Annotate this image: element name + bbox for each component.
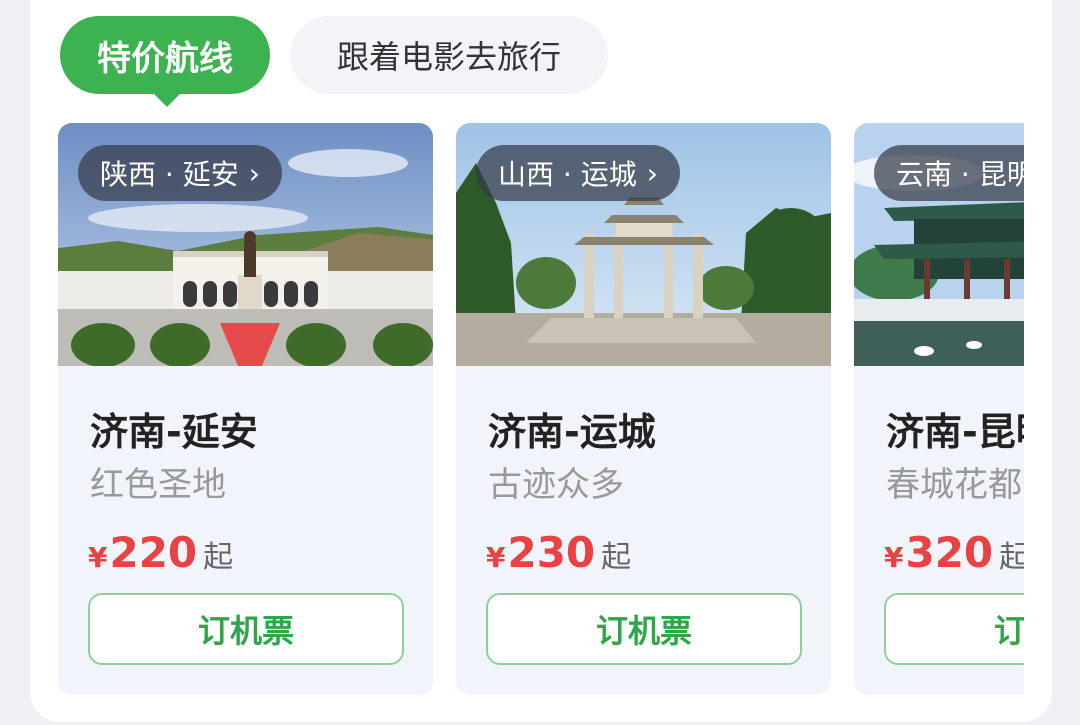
tab-movie-travel[interactable]: 跟着电影去旅行 [290, 16, 608, 94]
price-amount: 220 [109, 528, 198, 577]
route-card-carousel[interactable]: 陕西 · 延安 › 济南-延安 红色圣地 ¥ 220 起 订机票 山西 · 运城… [58, 123, 1024, 695]
price: ¥ 230 起 [486, 528, 631, 577]
price: ¥ 220 起 [88, 528, 233, 577]
route-card[interactable]: 云南 · 昆明 › 济南-昆明 春城花都 ¥ 320 起 订机票 [854, 123, 1024, 695]
book-ticket-button[interactable]: 订机票 [884, 593, 1024, 665]
location-label: 山西 · 运城 [498, 158, 637, 191]
location-pill[interactable]: 云南 · 昆明 › [874, 145, 1024, 201]
location-pill[interactable]: 山西 · 运城 › [476, 145, 680, 201]
location-label: 云南 · 昆明 [896, 158, 1024, 191]
price-from-label: 起 [999, 540, 1024, 575]
tab-label: 跟着电影去旅行 [336, 38, 561, 76]
location-pill[interactable]: 陕西 · 延安 › [78, 145, 282, 201]
tab-special-routes[interactable]: 特价航线 [60, 16, 270, 107]
route-title: 济南-延安 [90, 410, 258, 454]
route-card[interactable]: 陕西 · 延安 › 济南-延安 红色圣地 ¥ 220 起 订机票 [58, 123, 433, 695]
route-tagline: 红色圣地 [90, 465, 226, 505]
currency-symbol: ¥ [884, 541, 904, 574]
route-card[interactable]: 山西 · 运城 › 济南-运城 古迹众多 ¥ 230 起 订机票 [456, 123, 831, 695]
currency-symbol: ¥ [486, 541, 506, 574]
location-label: 陕西 · 延安 [100, 158, 239, 191]
price-from-label: 起 [203, 540, 234, 575]
route-title: 济南-昆明 [886, 410, 1024, 454]
chevron-right-icon: › [646, 156, 658, 190]
route-tagline: 古迹众多 [488, 465, 624, 505]
route-tagline: 春城花都 [886, 465, 1022, 505]
price-amount: 320 [905, 528, 994, 577]
route-title: 济南-运城 [488, 410, 656, 454]
tab-label: 特价航线 [97, 38, 233, 79]
book-ticket-button[interactable]: 订机票 [486, 593, 802, 665]
currency-symbol: ¥ [88, 541, 108, 574]
price-amount: 230 [507, 528, 596, 577]
price-from-label: 起 [601, 540, 632, 575]
price: ¥ 320 起 [884, 528, 1024, 577]
chevron-right-icon: › [248, 156, 260, 190]
book-ticket-button[interactable]: 订机票 [88, 593, 404, 665]
